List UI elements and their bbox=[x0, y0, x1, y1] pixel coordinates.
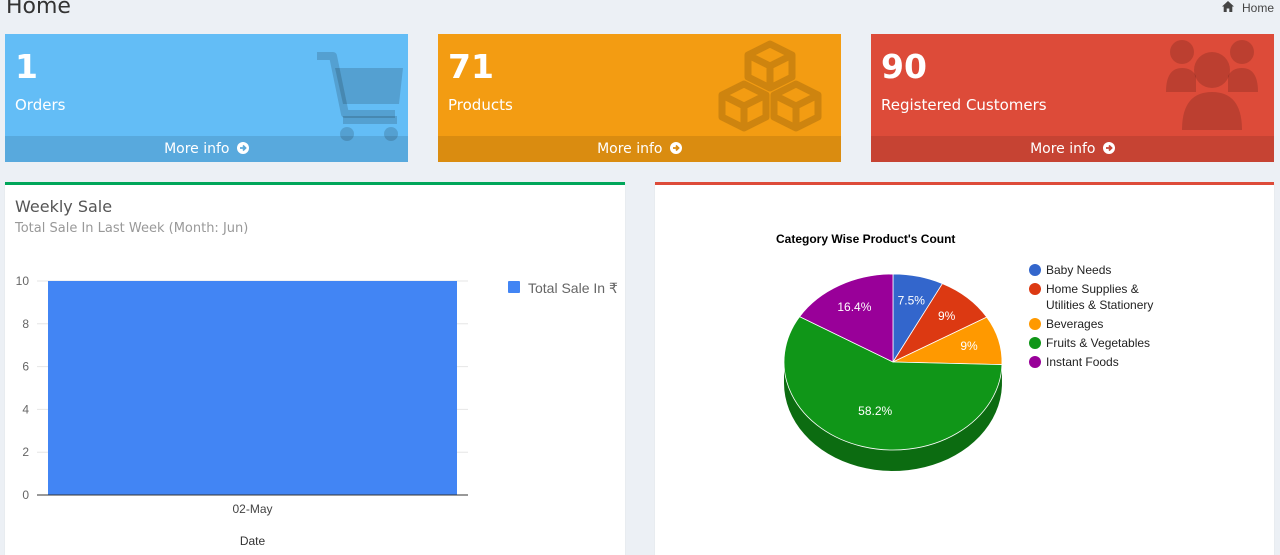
arrow-circle-right-icon bbox=[1103, 142, 1115, 154]
products-box: 71 Products More info bbox=[438, 34, 841, 162]
cubes-icon bbox=[714, 40, 826, 134]
pie-slice-label: 9% bbox=[960, 339, 978, 353]
arrow-circle-right-icon bbox=[237, 142, 249, 154]
pie-title: Category Wise Product's Count bbox=[776, 232, 955, 246]
customers-box: 90 Registered Customers More info bbox=[871, 34, 1274, 162]
category-pie-chart: Category Wise Product's Count 7.5% 9% 9% 58.… bbox=[655, 185, 1274, 555]
legend-marker bbox=[1029, 318, 1041, 330]
orders-more-info-link[interactable]: More info bbox=[5, 136, 408, 162]
products-more-info-link[interactable]: More info bbox=[438, 136, 841, 162]
legend-marker bbox=[1029, 264, 1041, 276]
orders-count: 1 bbox=[15, 47, 38, 86]
y-tick-label: 0 bbox=[22, 488, 29, 502]
x-axis-label: Date bbox=[240, 534, 266, 548]
arrow-circle-right-icon bbox=[670, 142, 682, 154]
home-icon bbox=[1222, 1, 1234, 15]
weekly-sale-bar-chart: 0 2 4 6 8 10 02-May Date Total Sale In ₹ bbox=[5, 185, 625, 555]
legend-swatch bbox=[508, 281, 520, 293]
legend-label: Instant Foods bbox=[1046, 355, 1119, 369]
legend-label: Beverages bbox=[1046, 317, 1103, 331]
customers-label: Registered Customers bbox=[881, 96, 1047, 114]
weekly-sale-panel: Weekly Sale Total Sale In Last Week (Mon… bbox=[5, 182, 625, 555]
pie-slice-label: 9% bbox=[938, 309, 956, 323]
pie-slice-label: 7.5% bbox=[898, 293, 926, 307]
customers-more-info-link[interactable]: More info bbox=[871, 136, 1274, 162]
y-tick-label: 4 bbox=[22, 402, 29, 416]
more-info-label: More info bbox=[1030, 141, 1095, 157]
more-info-label: More info bbox=[164, 141, 229, 157]
legend-marker bbox=[1029, 283, 1041, 295]
legend-marker bbox=[1029, 356, 1041, 368]
legend-marker bbox=[1029, 337, 1041, 349]
y-tick-label: 2 bbox=[22, 445, 29, 459]
products-label: Products bbox=[448, 96, 513, 114]
legend-label: Utilities & Stationery bbox=[1046, 298, 1153, 312]
pie-slice-label: 16.4% bbox=[837, 300, 871, 314]
legend-label: Total Sale In ₹ bbox=[528, 280, 618, 296]
x-tick-label: 02-May bbox=[232, 502, 272, 516]
breadcrumb-home-link[interactable]: Home bbox=[1242, 1, 1274, 15]
page-title: Home bbox=[6, 0, 71, 19]
bar[interactable] bbox=[48, 281, 457, 495]
breadcrumb: Home bbox=[1222, 1, 1274, 15]
legend-label: Home Supplies & bbox=[1046, 282, 1139, 296]
pie-slice-label: 58.2% bbox=[858, 404, 892, 418]
users-icon bbox=[1166, 38, 1258, 132]
y-tick-label: 6 bbox=[22, 360, 29, 374]
category-panel: Category Wise Product's Count 7.5% 9% 9% 58.… bbox=[655, 182, 1274, 555]
y-tick-label: 10 bbox=[16, 274, 30, 288]
y-tick-label: 8 bbox=[22, 317, 29, 331]
legend-label: Baby Needs bbox=[1046, 263, 1111, 277]
customers-count: 90 bbox=[881, 47, 927, 86]
more-info-label: More info bbox=[597, 141, 662, 157]
products-count: 71 bbox=[448, 47, 494, 86]
orders-box: 1 Orders More info bbox=[5, 34, 408, 162]
legend-label: Fruits & Vegetables bbox=[1046, 336, 1150, 350]
orders-label: Orders bbox=[15, 96, 65, 114]
